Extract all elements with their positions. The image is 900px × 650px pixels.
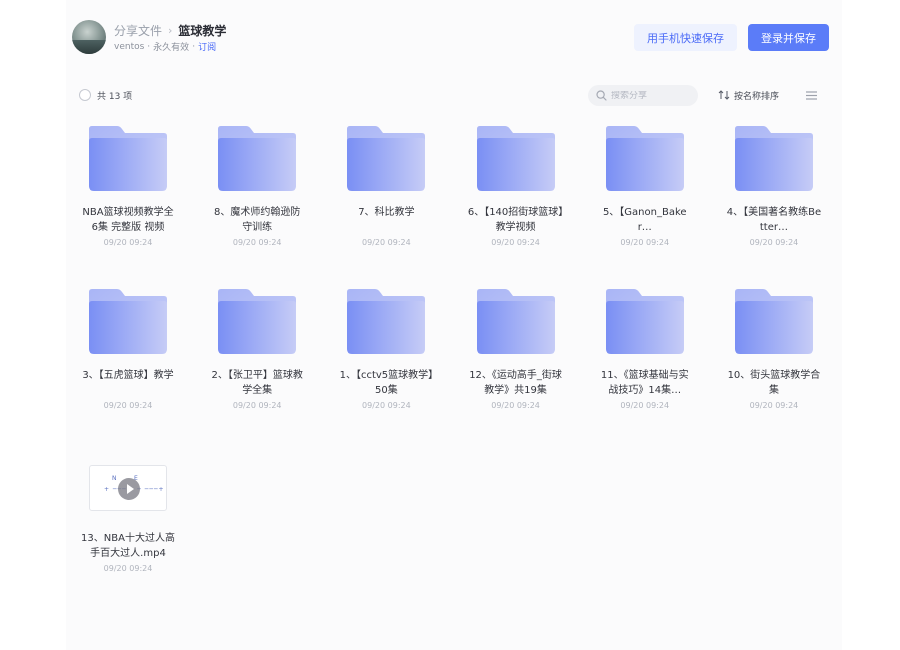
share-meta: ventos · 永久有效 · 订阅 — [114, 40, 217, 54]
file-grid: NBA篮球视频教学全6集 完整版 视频 09/20 09:24 8、魔术师约翰逊… — [80, 124, 832, 613]
file-date: 09/20 09:24 — [103, 401, 153, 410]
file-date: 09/20 09:24 — [362, 401, 411, 410]
folder-icon — [733, 288, 815, 356]
file-name[interactable]: 3、【五虎篮球】教学 — [80, 368, 176, 398]
file-date: 09/20 09:24 — [620, 238, 670, 247]
video-thumbnail: N E + ─── ─ ─ ───+ — [89, 465, 167, 511]
file-date: 09/20 09:24 — [749, 238, 799, 247]
select-all-checkbox[interactable] — [79, 89, 91, 101]
file-name[interactable]: 5、【Ganon_Baker… — [597, 205, 693, 235]
share-page: 分享文件 › 篮球教学 ventos · 永久有效 · 订阅 用手机快速保存 登… — [0, 0, 900, 650]
file-date: 09/20 09:24 — [103, 564, 153, 573]
sort-icon — [718, 90, 730, 100]
folder-item[interactable]: 2、【张卫平】篮球教学全集 09/20 09:24 — [209, 287, 305, 450]
breadcrumb-root[interactable]: 分享文件 — [114, 22, 162, 39]
validity-label: 永久有效 — [153, 43, 190, 53]
sort-label: 按名称排序 — [734, 91, 780, 102]
folder-icon — [475, 288, 557, 356]
folder-icon — [604, 288, 686, 356]
file-name[interactable]: 10、街头篮球教学合集 — [726, 368, 822, 398]
file-date: 09/20 09:24 — [749, 401, 799, 410]
folder-icon — [87, 288, 169, 356]
folder-thumb — [338, 287, 434, 359]
folder-thumb — [80, 124, 176, 196]
folder-icon — [216, 125, 298, 193]
folder-item[interactable]: 8、魔术师约翰逊防守训练 09/20 09:24 — [209, 124, 305, 287]
search-input[interactable] — [611, 90, 691, 101]
folder-item[interactable]: 12、《运动高手_街球教学》共19集 09/20 09:24 — [468, 287, 564, 450]
file-name[interactable]: 12、《运动高手_街球教学》共19集 — [468, 368, 564, 398]
login-save-button[interactable]: 登录并保存 — [748, 24, 829, 51]
avatar[interactable] — [72, 20, 106, 54]
file-date: 09/20 09:24 — [232, 401, 282, 410]
folder-icon — [216, 288, 298, 356]
search-box[interactable] — [588, 85, 698, 106]
folder-item[interactable]: 4、【美国著名教练Better… 09/20 09:24 — [726, 124, 822, 287]
file-date: 09/20 09:24 — [232, 238, 282, 247]
file-date: 09/20 09:24 — [362, 238, 411, 247]
file-date: 09/20 09:24 — [103, 238, 153, 247]
folder-thumb — [726, 124, 822, 196]
folder-item[interactable]: 11、《篮球基础与实战技巧》14集… 09/20 09:24 — [597, 287, 693, 450]
file-name[interactable]: 4、【美国著名教练Better… — [726, 205, 822, 235]
folder-item[interactable]: NBA篮球视频教学全6集 完整版 视频 09/20 09:24 — [80, 124, 176, 287]
folder-item[interactable]: 5、【Ganon_Baker… 09/20 09:24 — [597, 124, 693, 287]
file-name[interactable]: 2、【张卫平】篮球教学全集 — [209, 368, 305, 398]
folder-thumb — [726, 287, 822, 359]
folder-item[interactable]: 6、【140招街球篮球】教学视频 09/20 09:24 — [468, 124, 564, 287]
file-name[interactable]: 1、【cctv5篮球教学】50集 — [338, 368, 434, 398]
share-header: 分享文件 › 篮球教学 ventos · 永久有效 · 订阅 用手机快速保存 登… — [72, 18, 834, 58]
file-name[interactable]: 11、《篮球基础与实战技巧》14集… — [597, 368, 693, 398]
file-date: 09/20 09:24 — [620, 401, 670, 410]
mobile-save-button[interactable]: 用手机快速保存 — [634, 24, 737, 51]
folder-item[interactable]: 7、科比教学 09/20 09:24 — [338, 124, 434, 287]
folder-item[interactable]: 3、【五虎篮球】教学 09/20 09:24 — [80, 287, 176, 450]
folder-thumb — [209, 124, 305, 196]
sort-control[interactable]: 按名称排序 — [718, 88, 779, 102]
folder-icon — [345, 125, 427, 193]
subscribe-link[interactable]: 订阅 — [198, 40, 216, 53]
item-count: 共 13 项 — [97, 92, 133, 102]
file-name[interactable]: 8、魔术师约翰逊防守训练 — [209, 205, 305, 235]
file-name[interactable]: NBA篮球视频教学全6集 完整版 视频 — [80, 205, 176, 235]
video-thumb: N E + ─── ─ ─ ───+ — [80, 450, 176, 522]
folder-icon — [345, 288, 427, 356]
folder-icon — [87, 125, 169, 193]
folder-icon — [733, 125, 815, 193]
file-date: 09/20 09:24 — [491, 401, 540, 410]
folder-icon — [475, 125, 557, 193]
breadcrumb-separator-icon: › — [168, 23, 173, 37]
folder-thumb — [597, 287, 693, 359]
list-view-icon[interactable] — [805, 90, 818, 101]
breadcrumb-current: 篮球教学 — [178, 23, 227, 38]
folder-icon — [604, 125, 686, 193]
folder-thumb — [468, 124, 564, 196]
file-item[interactable]: N E + ─── ─ ─ ───+ 13、NBA十大过人高手百大过人.mp4 0… — [80, 450, 176, 613]
folder-thumb — [597, 124, 693, 196]
folder-thumb — [468, 287, 564, 359]
owner-name: ventos — [114, 41, 145, 52]
folder-item[interactable]: 1、【cctv5篮球教学】50集 09/20 09:24 — [338, 287, 434, 450]
file-name[interactable]: 13、NBA十大过人高手百大过人.mp4 — [80, 531, 176, 561]
folder-item[interactable]: 10、街头篮球教学合集 09/20 09:24 — [726, 287, 822, 450]
file-date: 09/20 09:24 — [491, 238, 540, 247]
folder-thumb — [338, 124, 434, 196]
search-icon — [596, 90, 607, 101]
folder-thumb — [209, 287, 305, 359]
breadcrumb: 分享文件 › 篮球教学 — [114, 21, 226, 39]
play-icon[interactable] — [118, 478, 140, 500]
file-name[interactable]: 6、【140招街球篮球】教学视频 — [468, 205, 564, 235]
folder-thumb — [80, 287, 176, 359]
file-name[interactable]: 7、科比教学 — [338, 205, 434, 235]
